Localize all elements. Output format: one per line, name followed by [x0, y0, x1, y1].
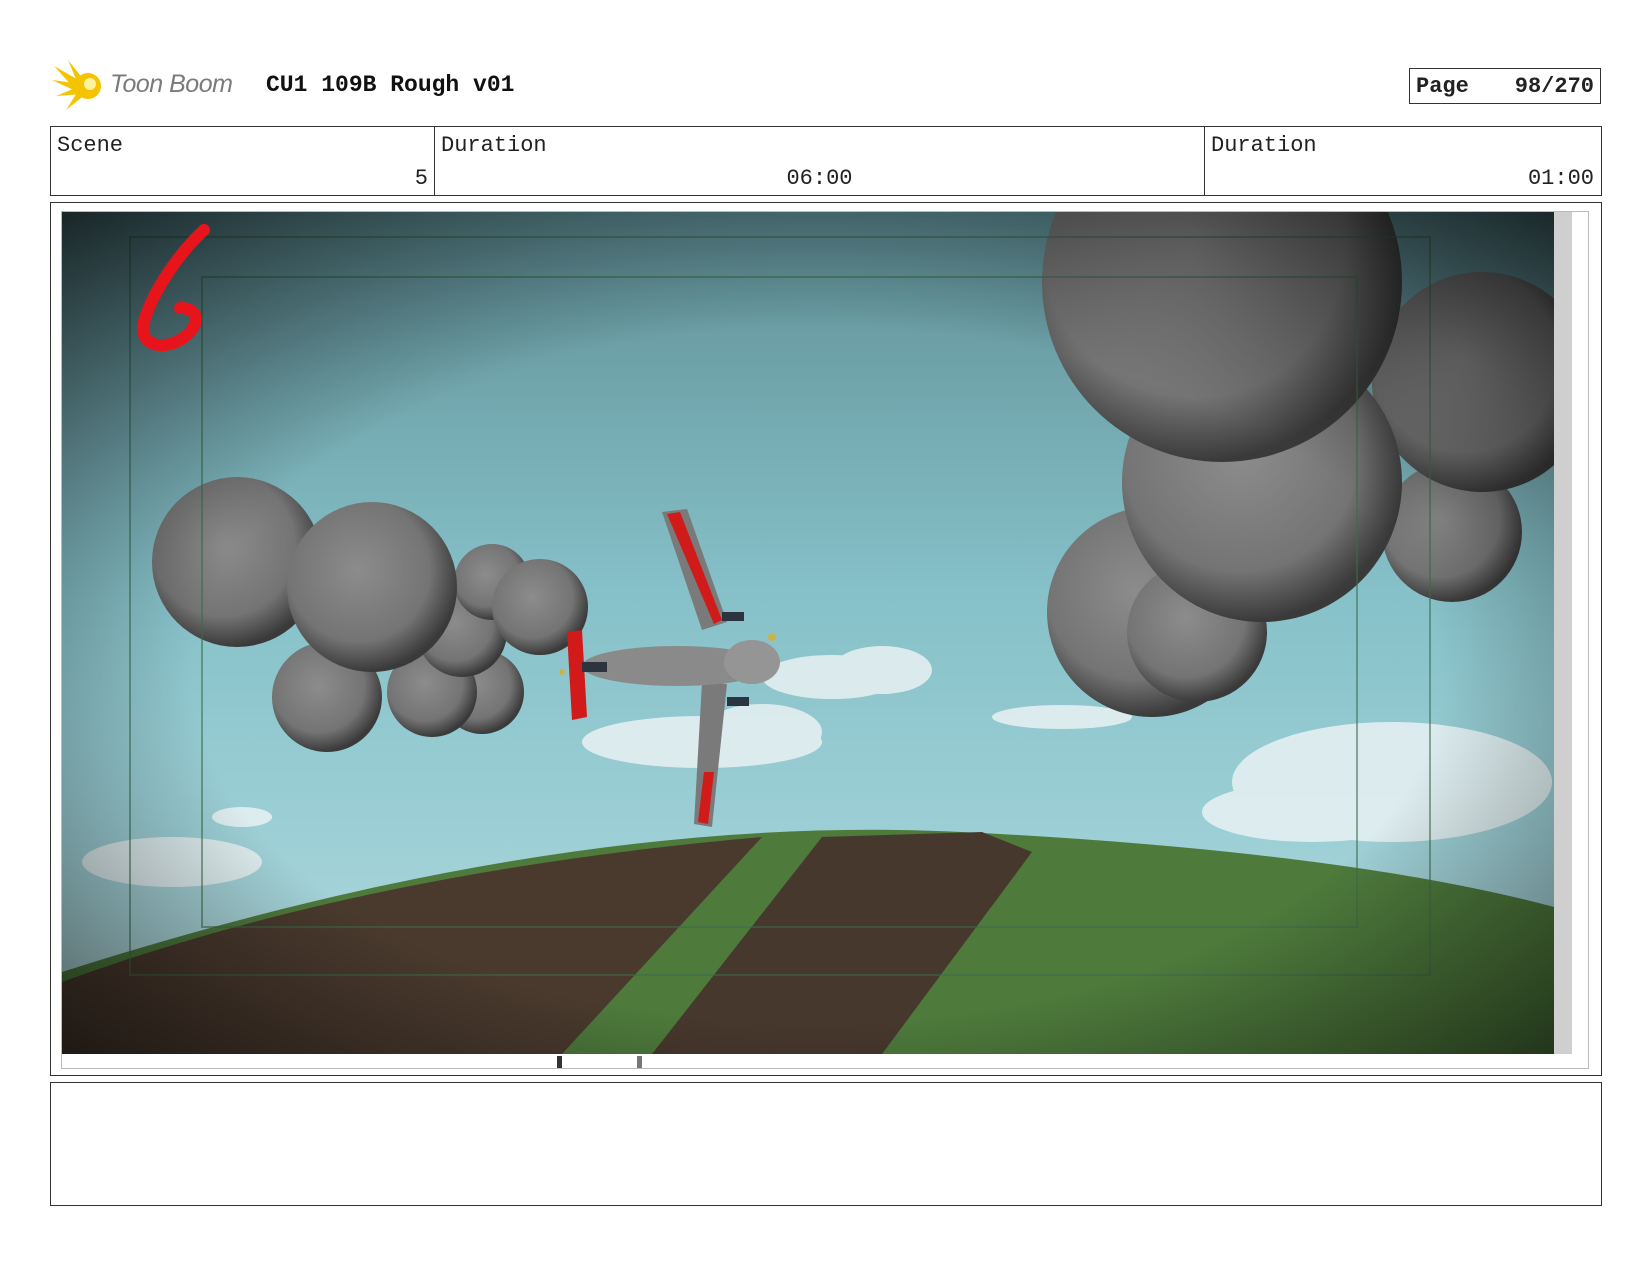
duration-cell-2: Duration 01:00: [1205, 127, 1600, 195]
timeline-marker-out: [637, 1056, 642, 1068]
duration-label-2: Duration: [1211, 133, 1317, 158]
timeline-marker-in: [557, 1056, 562, 1068]
frame-edge: [1554, 212, 1572, 1054]
duration-cell-1: Duration 06:00: [435, 127, 1205, 195]
scene-value: 5: [414, 166, 428, 191]
page-indicator: Page 98/270: [1409, 68, 1601, 104]
duration-value-2: 01:00: [1527, 166, 1594, 191]
logo-text: Toon Boom: [110, 70, 233, 98]
duration-value-1: 06:00: [786, 166, 853, 191]
starburst-icon: [52, 60, 101, 110]
panel-image: [62, 212, 1572, 1054]
page-number: 98/270: [1514, 73, 1594, 99]
scene-label: Scene: [57, 133, 124, 158]
toon-boom-logo: Toon Boom: [52, 58, 252, 112]
project-title: CU1 109B Rough v01: [266, 72, 515, 98]
duration-label-1: Duration: [441, 133, 547, 158]
page-label: Page: [1416, 73, 1469, 99]
panel-notes: [50, 1082, 1602, 1206]
scene-info-row: Scene 5 Duration 06:00 Duration 01:00: [50, 126, 1602, 196]
vignette: [62, 212, 1572, 1054]
scene-cell: Scene 5: [51, 127, 435, 195]
